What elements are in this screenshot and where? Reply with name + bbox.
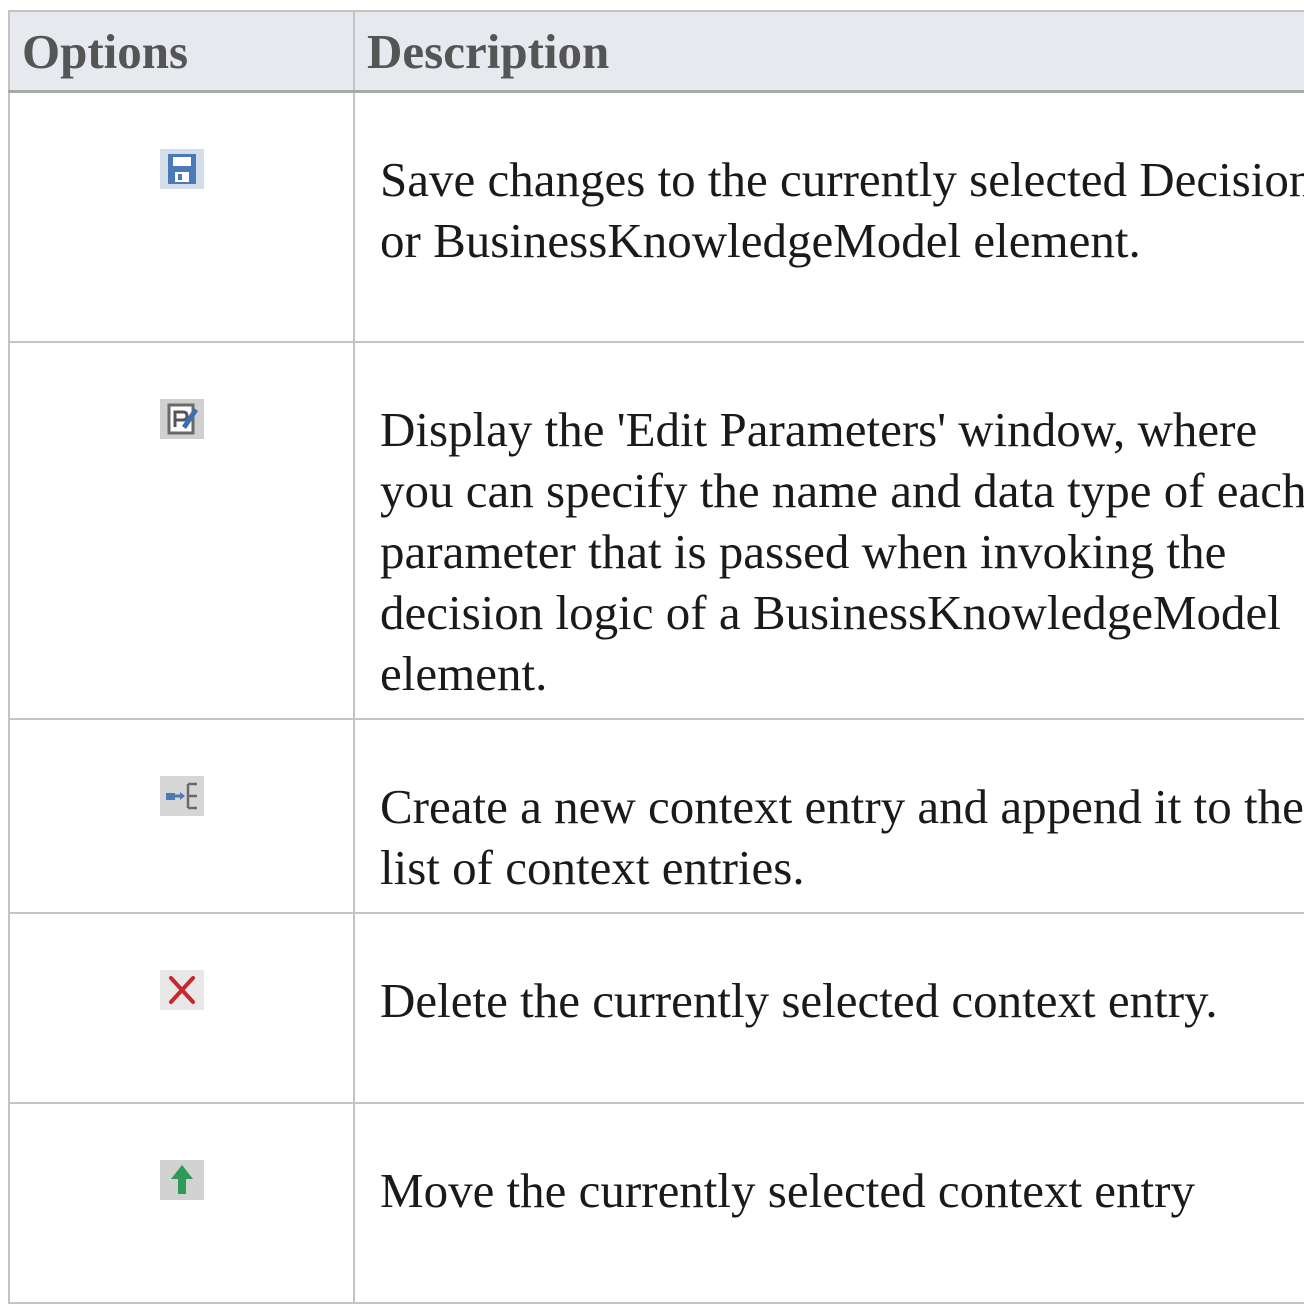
- options-table: Options Description Save changes to the …: [8, 10, 1304, 1304]
- delete-icon[interactable]: [160, 969, 204, 1010]
- description-cell: Move the currently selected context entr…: [353, 1101, 1304, 1304]
- description-column-header: Description: [353, 10, 1304, 93]
- description-header-label: Description: [367, 24, 610, 79]
- option-cell: [8, 340, 355, 720]
- description-cell: Create a new context entry and append it…: [353, 717, 1304, 914]
- description-cell: Delete the currently selected context en…: [353, 911, 1304, 1104]
- table-row: Move the currently selected context entr…: [8, 1101, 1304, 1304]
- row-description: Save changes to the currently selected D…: [380, 152, 1304, 268]
- option-cell: [8, 911, 355, 1104]
- row-description: Move the currently selected context entr…: [380, 1162, 1195, 1218]
- description-cell: Display the 'Edit Parameters' window, wh…: [353, 340, 1304, 720]
- row-description: Delete the currently selected context en…: [380, 972, 1218, 1028]
- row-description: Display the 'Edit Parameters' window, wh…: [380, 401, 1304, 701]
- add-context-entry-icon[interactable]: [160, 775, 204, 816]
- row-description: Create a new context entry and append it…: [380, 778, 1304, 895]
- table-row: Delete the currently selected context en…: [8, 911, 1304, 1104]
- table-row: Save changes to the currently selected D…: [8, 90, 1304, 343]
- option-cell: [8, 1101, 355, 1304]
- save-icon[interactable]: [160, 149, 204, 189]
- edit-parameters-icon[interactable]: [160, 398, 204, 439]
- option-cell: [8, 717, 355, 914]
- header-row: Options Description: [8, 10, 1304, 93]
- options-header-label: Options: [22, 24, 189, 79]
- table-row: Create a new context entry and append it…: [8, 717, 1304, 914]
- table-row: Display the 'Edit Parameters' window, wh…: [8, 340, 1304, 720]
- move-up-icon[interactable]: [160, 1159, 204, 1200]
- options-column-header: Options: [8, 10, 355, 93]
- description-cell: Save changes to the currently selected D…: [353, 90, 1304, 343]
- option-cell: [8, 90, 355, 343]
